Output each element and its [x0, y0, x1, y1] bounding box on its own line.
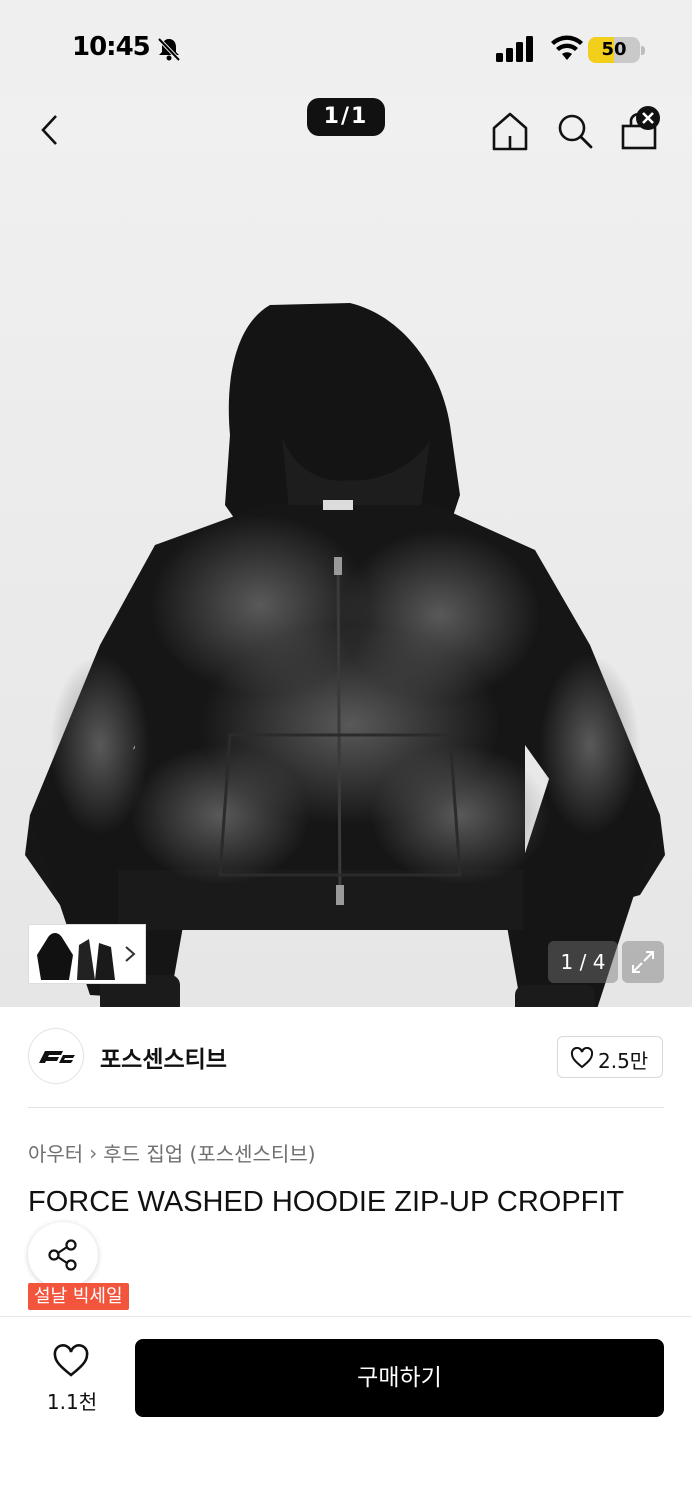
- search-icon[interactable]: [556, 112, 594, 150]
- share-button[interactable]: [28, 1222, 98, 1288]
- status-bar: 10:45 50: [0, 0, 692, 95]
- share-icon: [48, 1239, 77, 1271]
- divider: [28, 1107, 664, 1108]
- brand-like-button[interactable]: 2.5만: [557, 1036, 663, 1078]
- buy-button[interactable]: 구매하기: [135, 1339, 664, 1417]
- brand-like-count: 2.5만: [598, 1049, 649, 1073]
- chevron-right-icon: [125, 946, 136, 962]
- breadcrumb: 아우터 › 후드 집업 (포스센스티브): [28, 1138, 316, 1167]
- breadcrumb-item-hoodie-zipup[interactable]: 후드 집업 (포스센스티브): [103, 1138, 315, 1167]
- brand-name[interactable]: 포스센스티브: [100, 1040, 227, 1074]
- breadcrumb-separator: ›: [89, 1140, 98, 1165]
- wishlist-count: 1.1천: [46, 1390, 98, 1414]
- expand-image-button[interactable]: [622, 941, 664, 983]
- battery-icon: 50: [588, 37, 646, 63]
- home-icon[interactable]: [490, 110, 530, 152]
- breadcrumb-item-outer[interactable]: 아우터: [28, 1138, 83, 1167]
- status-time: 10:45: [72, 32, 151, 62]
- heart-icon: [570, 1047, 594, 1069]
- shopping-bag-icon[interactable]: [618, 104, 664, 152]
- brand-logo[interactable]: [28, 1028, 84, 1084]
- bell-muted-icon: [157, 37, 181, 62]
- cellular-signal-icon: [496, 36, 533, 62]
- product-image[interactable]: 1 / 4: [0, 95, 692, 1007]
- wifi-icon: [551, 35, 583, 60]
- brand-logo-mark: [39, 1051, 75, 1063]
- heart-icon: [53, 1344, 89, 1377]
- hoodie-photo: [25, 303, 665, 1007]
- expand-icon: [632, 951, 654, 973]
- wishlist-button[interactable]: 1.1천: [40, 1340, 104, 1414]
- battery-level: 50: [601, 39, 627, 60]
- sale-badge: 설날 빅세일: [28, 1283, 129, 1310]
- page-counter: 1/1: [307, 98, 385, 136]
- product-title: FORCE WASHED HOODIE ZIP-UP CROPFIT: [28, 1186, 625, 1218]
- image-counter: 1 / 4: [548, 941, 618, 983]
- back-button[interactable]: [34, 113, 68, 147]
